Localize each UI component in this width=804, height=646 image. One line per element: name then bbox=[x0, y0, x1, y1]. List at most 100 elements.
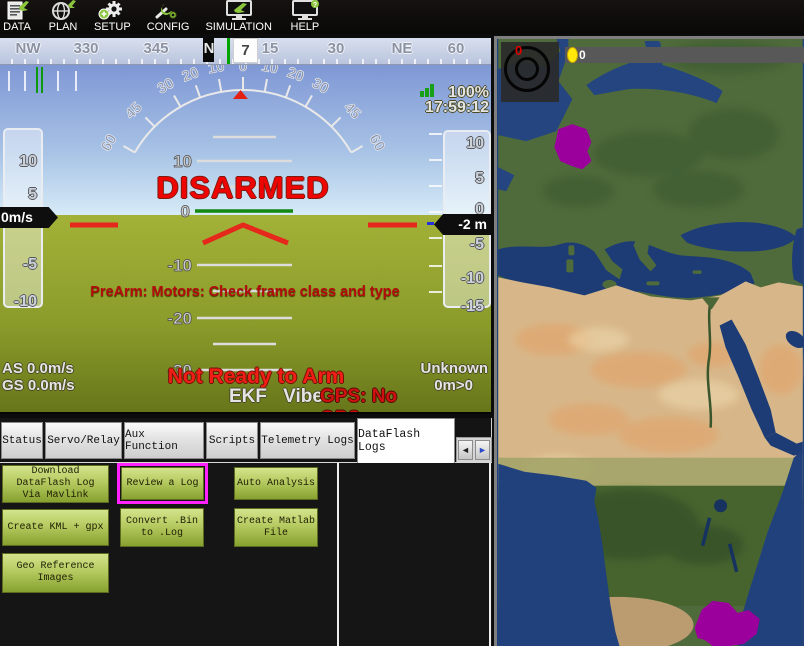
plan-icon bbox=[48, 0, 78, 22]
map-attitude-gauge: 0 bbox=[501, 42, 559, 102]
tab-dataflash-logs[interactable]: DataFlash Logs bbox=[357, 418, 455, 463]
alt-tick bbox=[429, 133, 442, 135]
mission-planner-window: DATA PLAN SETUP bbox=[0, 0, 804, 646]
pitch-label: 10 bbox=[173, 152, 192, 171]
speed-tick-label: -10 bbox=[14, 293, 37, 311]
dataflash-logs-panel: Download DataFlash Log Via Mavlink Revie… bbox=[0, 462, 492, 646]
roll-label: 30 bbox=[309, 75, 332, 98]
roll-pointer bbox=[233, 90, 248, 99]
speed-tick-label: 5 bbox=[28, 186, 37, 204]
compass-tape: NW 330 345 N 7 15 30 NE 60 bbox=[0, 38, 491, 65]
compass-label: N bbox=[204, 40, 215, 57]
speed-tick-label: -5 bbox=[23, 256, 37, 274]
tab-label: Servo/Relay bbox=[47, 435, 120, 447]
prearm-message: PreArm: Motors: Check frame class and ty… bbox=[90, 284, 399, 300]
speed-tick-label: 10 bbox=[19, 153, 37, 171]
zoom-slider-thumb[interactable] bbox=[567, 47, 578, 63]
satellite-map bbox=[497, 39, 804, 646]
map-view[interactable]: 0 0 bbox=[494, 36, 804, 646]
alt-tick bbox=[429, 211, 442, 213]
toolbar-item-data[interactable]: DATA bbox=[2, 0, 32, 33]
compass-label: 30 bbox=[328, 40, 345, 57]
roll-label: 20 bbox=[180, 64, 201, 86]
roll-label: 45 bbox=[122, 99, 146, 123]
hud[interactable]: 0 10 10 20 20 30 30 45 45 60 60 bbox=[0, 38, 491, 414]
airspeed-readout: AS 0.0m/s bbox=[2, 360, 74, 377]
pitch-label: -20 bbox=[167, 309, 192, 328]
tab-scroll-left-button[interactable]: ◄ bbox=[458, 440, 473, 460]
armed-status-text: DISARMED bbox=[156, 170, 329, 206]
tab-telemetry-logs[interactable]: Telemetry Logs bbox=[260, 422, 355, 459]
vibe-indicator[interactable]: Vibe bbox=[283, 386, 323, 408]
toolbar-item-simulation[interactable]: SIMULATION bbox=[205, 0, 271, 33]
toolbar-item-label: SIMULATION bbox=[205, 22, 271, 33]
alt-tick bbox=[429, 159, 442, 161]
tab-aux-function[interactable]: Aux Function bbox=[124, 422, 204, 459]
create-matlab-button[interactable]: Create Matlab File bbox=[234, 508, 318, 547]
speed-pointer: 0m/s bbox=[0, 207, 58, 228]
tab-label: Scripts bbox=[209, 435, 255, 447]
auto-analysis-button[interactable]: Auto Analysis bbox=[234, 467, 318, 500]
zoom-slider-value: 0 bbox=[579, 48, 586, 62]
alt-tick-label: -5 bbox=[470, 236, 484, 254]
aircraft-symbol bbox=[70, 225, 417, 243]
bottom-tabstrip: Status Servo/Relay Aux Function Scripts … bbox=[0, 418, 492, 462]
map-zoom-slider[interactable]: 0 bbox=[565, 47, 804, 63]
alt-tick bbox=[429, 237, 442, 239]
tab-status[interactable]: Status bbox=[1, 422, 43, 459]
toolbar-item-help[interactable]: ? HELP bbox=[288, 0, 322, 33]
tab-label: Aux Function bbox=[125, 429, 203, 453]
simulation-icon bbox=[222, 0, 256, 22]
download-dataflash-button[interactable]: Download DataFlash Log Via Mavlink bbox=[2, 465, 109, 503]
compass-label: 15 bbox=[262, 40, 279, 57]
alt-tick-label: 10 bbox=[466, 135, 484, 153]
alt-tick bbox=[429, 265, 442, 267]
toolbar-item-plan[interactable]: PLAN bbox=[48, 0, 78, 33]
tab-scroll-right-button[interactable]: ► bbox=[475, 440, 490, 460]
create-kml-button[interactable]: Create KML + gpx bbox=[2, 509, 109, 546]
pitch-label: -10 bbox=[167, 256, 192, 275]
data-icon bbox=[2, 0, 32, 22]
tab-scripts[interactable]: Scripts bbox=[206, 422, 258, 459]
alt-status-readout: Unknown bbox=[421, 360, 489, 377]
compass-target-line bbox=[227, 38, 230, 64]
compass-label: NE bbox=[392, 40, 413, 57]
convert-bin-button[interactable]: Convert .Bin to .Log bbox=[120, 508, 204, 547]
distance-readout: 0m>0 bbox=[434, 377, 473, 394]
gauge-inner-ring bbox=[515, 57, 539, 81]
toolbar-item-label: DATA bbox=[3, 22, 31, 33]
alt-tick bbox=[429, 185, 442, 187]
groundspeed-readout: GS 0.0m/s bbox=[2, 377, 75, 394]
roll-label: 30 bbox=[154, 75, 177, 98]
signal-bars-icon bbox=[420, 84, 436, 97]
gauge-value: 0 bbox=[515, 43, 522, 58]
alt-tick-label: 5 bbox=[475, 170, 484, 188]
tab-label: Status bbox=[2, 435, 42, 447]
panel-divider bbox=[337, 463, 339, 646]
tab-servo-relay[interactable]: Servo/Relay bbox=[45, 422, 122, 459]
toolbar-item-label: SETUP bbox=[94, 22, 131, 33]
svg-text:?: ? bbox=[313, 2, 317, 9]
geo-reference-button[interactable]: Geo Reference Images bbox=[2, 553, 109, 593]
clock-readout: 17:59:12 bbox=[425, 99, 489, 117]
ekf-indicator[interactable]: EKF bbox=[229, 386, 267, 408]
toolbar-item-setup[interactable]: SETUP bbox=[94, 0, 131, 33]
tab-label: Telemetry Logs bbox=[261, 435, 353, 447]
compass-label: 345 bbox=[143, 40, 168, 57]
review-log-focus-highlight: Review a Log bbox=[117, 463, 208, 504]
compass-label: NW bbox=[16, 40, 41, 57]
roll-label: 20 bbox=[285, 64, 306, 86]
review-log-button[interactable]: Review a Log bbox=[121, 467, 204, 500]
toolbar-item-label: HELP bbox=[291, 22, 320, 33]
roll-label: 60 bbox=[365, 131, 388, 154]
alt-target-tick bbox=[427, 222, 434, 225]
alt-tick-label: -15 bbox=[461, 298, 484, 316]
attitude-indicator: 0 10 10 20 20 30 30 45 45 60 60 bbox=[0, 38, 491, 412]
toolbar-item-label: CONFIG bbox=[147, 22, 190, 33]
gps-status: GPS: No GPS bbox=[320, 386, 434, 414]
roll-label: 60 bbox=[98, 131, 121, 154]
compass-label: 60 bbox=[448, 40, 465, 57]
toolbar-item-label: PLAN bbox=[49, 22, 78, 33]
alt-tick bbox=[429, 291, 442, 293]
toolbar-item-config[interactable]: CONFIG bbox=[147, 0, 190, 33]
